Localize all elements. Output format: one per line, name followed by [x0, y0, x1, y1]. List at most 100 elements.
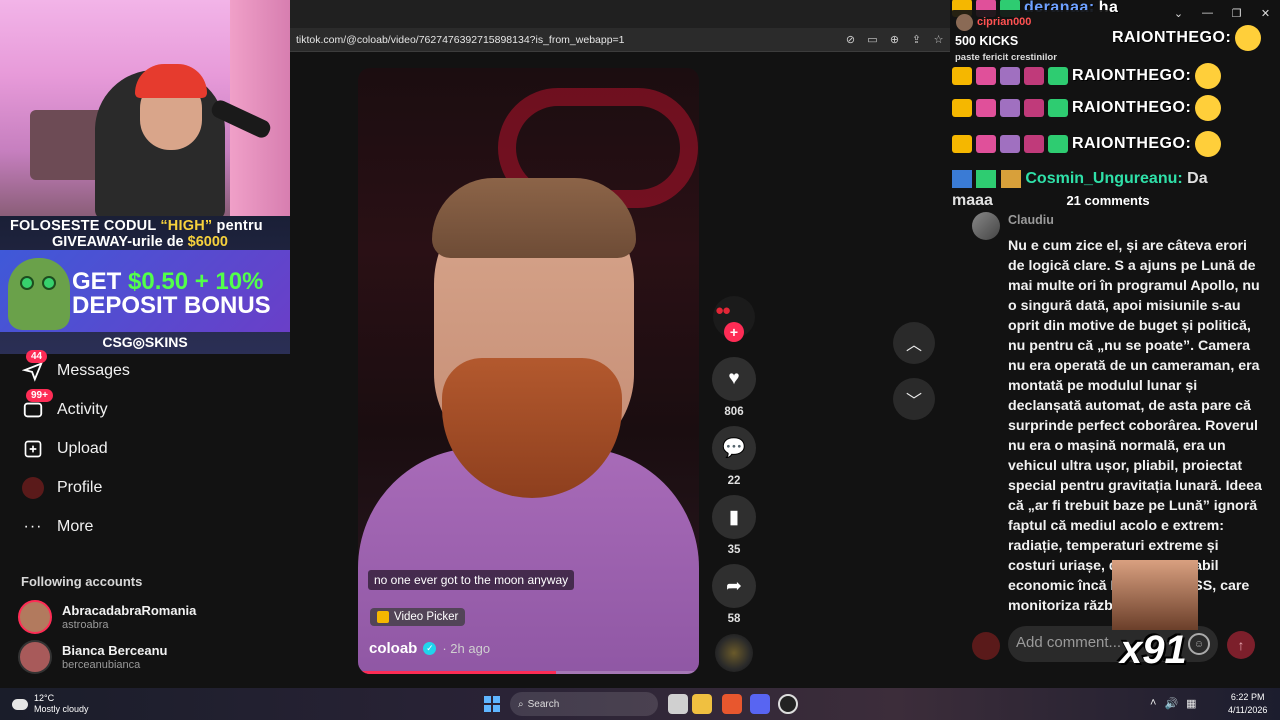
author-username[interactable]: coloab: [369, 640, 417, 657]
sidebar-item-profile[interactable]: Profile: [20, 473, 102, 503]
sidebar-item-messages[interactable]: 44 Messages: [20, 350, 130, 386]
minimize-icon[interactable]: —: [1193, 0, 1222, 26]
sidebar-item-more[interactable]: ··· More: [20, 512, 94, 542]
arrow-up-icon: ↑: [1237, 637, 1245, 653]
avatar-icon: [20, 475, 46, 501]
following-accounts-heading: Following accounts: [21, 574, 143, 589]
file-explorer-icon[interactable]: [692, 694, 712, 714]
account-handle: berceanubianca: [62, 659, 141, 671]
next-video-button[interactable]: ﹀: [893, 378, 935, 420]
subject-hair: [432, 178, 636, 258]
comments-panel: ⌄ — ❐ ✕ deranaa: ha ciprian000 500 KICKS…: [950, 0, 1280, 688]
network-icon[interactable]: ▦: [1186, 697, 1196, 710]
zoom-icon[interactable]: ⊕: [887, 32, 902, 47]
account-handle: astroabra: [62, 619, 109, 631]
share-count: 58: [727, 613, 741, 625]
following-account[interactable]: Bianca Berceanu berceanubianca: [18, 640, 168, 674]
sponsor-banner: FOLOSESTE CODUL “HIGH” pentru GIVEAWAY-u…: [0, 216, 290, 354]
search-label: Search: [527, 698, 560, 710]
sidebar-item-label: Activity: [57, 401, 108, 418]
account-avatar: [18, 600, 52, 634]
url-text[interactable]: tiktok.com/@coloab/video/762747639271589…: [296, 34, 625, 46]
moderator-badge-icon: [1000, 169, 1021, 188]
comment-button[interactable]: 💬: [712, 426, 756, 470]
video-subtitle: no one ever got to the moon anyway: [368, 570, 575, 590]
taskbar-search[interactable]: ⌕ Search: [510, 692, 658, 716]
app-icon[interactable]: [778, 694, 798, 714]
streamer-red-beanie: [135, 64, 207, 98]
music-disc-icon[interactable]: [715, 634, 753, 672]
laughing-emoji-icon: [1195, 131, 1222, 157]
bookmark-icon: ▮: [728, 506, 740, 528]
video-author[interactable]: coloab ✓ · 2h ago: [369, 640, 490, 657]
clock-date: 4/11/2026: [1228, 705, 1268, 715]
kicks-alert: ciprian000 500 KICKS paste fericit crest…: [950, 10, 1110, 68]
video-player[interactable]: no one ever got to the moon anyway Video…: [358, 68, 699, 674]
tracking-off-icon[interactable]: ⊘: [843, 32, 858, 47]
previous-video-button[interactable]: ︿: [893, 322, 935, 364]
kick-badge-icon: [1048, 135, 1068, 153]
video-picker-button[interactable]: Video Picker: [370, 608, 466, 626]
sidebar-item-label: Upload: [57, 440, 108, 457]
gif-counter: x91: [1120, 628, 1187, 672]
weather-desc: Mostly cloudy: [34, 704, 89, 714]
share-icon[interactable]: ⇪: [909, 32, 924, 47]
tiktok-content: no one ever got to the moon anyway Video…: [290, 52, 950, 688]
taskbar-clock[interactable]: 6:22 PM 4/11/2026: [1228, 691, 1267, 717]
post-comment-button[interactable]: ↑: [1227, 631, 1255, 659]
comment-author[interactable]: Claudiu: [1008, 213, 1054, 227]
chat-nick: RAIONTHEGO:: [1112, 29, 1232, 46]
laughing-emoji-icon: [1195, 95, 1222, 121]
kick-badge-icon: [1048, 67, 1068, 85]
verified-icon: ✓: [423, 642, 437, 655]
messages-badge: 44: [26, 350, 48, 363]
video-progress-bar[interactable]: [358, 671, 699, 674]
alert-title: 500 KICKS: [955, 34, 1019, 48]
video-progress-fill: [358, 671, 556, 674]
sidebar-item-activity[interactable]: 99+ Activity: [20, 389, 108, 425]
alien-badge-icon: [976, 67, 996, 85]
share-button[interactable]: ➦: [712, 564, 756, 608]
save-button[interactable]: ▮: [712, 495, 756, 539]
chat-message: RAIONTHEGO:: [952, 130, 1222, 158]
alien-badge-icon: [976, 99, 996, 117]
browser-tabstrip: [290, 0, 950, 28]
star-icon[interactable]: ☆: [931, 32, 946, 47]
giveaway-line: GIVEAWAY-urile de $6000: [52, 234, 228, 250]
comments-count: 21 comments: [1066, 193, 1150, 208]
chat-message: RAIONTHEGO:: [952, 62, 1222, 90]
kick-badge-icon: [1048, 99, 1068, 117]
discord-icon[interactable]: [750, 694, 770, 714]
maximize-icon[interactable]: ❐: [1222, 0, 1251, 26]
sidebar-item-upload[interactable]: Upload: [20, 434, 108, 464]
activity-badge: 99+: [26, 389, 53, 402]
reader-icon[interactable]: ▭: [865, 32, 880, 47]
chevron-up-icon[interactable]: ˄: [1150, 697, 1156, 710]
start-button-icon[interactable]: [484, 696, 500, 712]
windows-taskbar: 12°C Mostly cloudy ⌕ Search ˄ 🔊 ▦ 6:22 P…: [0, 688, 1280, 720]
task-view-icon[interactable]: [668, 694, 688, 714]
goblin-mascot-icon: [8, 258, 70, 330]
account-name: Bianca Berceanu: [62, 643, 168, 658]
gift-badge-icon: [1000, 135, 1020, 153]
sidebar-item-label: More: [57, 518, 94, 535]
comment-avatar[interactable]: [972, 212, 1000, 240]
comment-count: 22: [727, 475, 741, 487]
tab-dropdown-icon[interactable]: ⌄: [1164, 0, 1193, 26]
address-bar[interactable]: tiktok.com/@coloab/video/762747639271589…: [290, 28, 950, 52]
like-button[interactable]: ♥: [712, 357, 756, 401]
brave-browser-icon[interactable]: [722, 694, 742, 714]
follow-button[interactable]: +: [724, 322, 744, 342]
weather-widget[interactable]: 12°C Mostly cloudy: [12, 693, 89, 715]
chat-nick: Cosmin_Ungureanu:: [1025, 170, 1183, 187]
chevron-up-icon: ︿: [905, 337, 922, 354]
cloud-icon: [12, 698, 28, 710]
picker-icon: [377, 611, 389, 623]
alert-avatar: [956, 14, 973, 31]
crown-badge-icon: [952, 67, 972, 85]
following-account[interactable]: AbracadabraRomania astroabra: [18, 600, 196, 634]
picker-label: Video Picker: [394, 611, 459, 623]
close-icon[interactable]: ✕: [1251, 0, 1280, 26]
speaker-icon[interactable]: 🔊: [1164, 697, 1178, 710]
sponsor-logo: CSG◎SKINS: [102, 334, 188, 350]
